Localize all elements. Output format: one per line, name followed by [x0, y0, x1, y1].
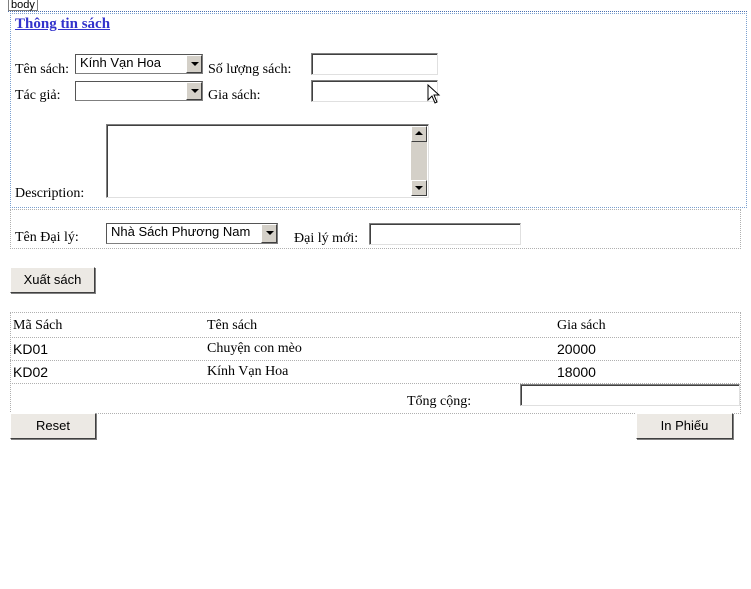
body-outline: [8, 11, 747, 12]
total-label: Tổng cộng:: [407, 394, 472, 409]
quantity-label: Số lượng sách:: [208, 62, 292, 77]
scroll-down-icon[interactable]: [411, 180, 427, 196]
table-header-code: Mã Sách: [13, 318, 63, 333]
table-header-price: Gia sách: [557, 318, 606, 333]
book-name-selected-value: Kính Vạn Hoa: [80, 55, 161, 70]
table-cell-price: 18000: [557, 364, 596, 380]
chevron-down-icon[interactable]: [261, 224, 277, 243]
description-textarea[interactable]: [106, 124, 429, 198]
book-name-label: Tên sách:: [15, 62, 70, 77]
reset-button[interactable]: Reset: [10, 413, 96, 439]
table-row-line: [10, 360, 741, 361]
table-cell-code: KD02: [13, 364, 49, 380]
table-cell-code: KD01: [13, 341, 49, 357]
table-cell-name: Kính Vạn Hoa: [207, 364, 289, 379]
export-button[interactable]: Xuất sách: [10, 267, 95, 293]
chevron-down-icon[interactable]: [186, 82, 202, 100]
scroll-up-icon[interactable]: [411, 126, 427, 142]
agent-selected-value: Nhà Sách Phương Nam: [111, 224, 251, 239]
book-name-select[interactable]: Kính Vạn Hoa: [75, 54, 203, 74]
table-header-name: Tên sách: [207, 318, 258, 333]
description-scrollbar[interactable]: [411, 126, 427, 196]
price-input[interactable]: [311, 80, 438, 102]
description-label: Description:: [15, 186, 85, 201]
author-label: Tác giả:: [15, 88, 61, 103]
table-cell-name: Chuyện con mèo: [207, 341, 302, 356]
agent-name-label: Tên Đại lý:: [15, 230, 79, 245]
book-info-title-link[interactable]: Thông tin sách: [15, 16, 110, 33]
new-agent-input[interactable]: [369, 223, 521, 245]
agent-select[interactable]: Nhà Sách Phương Nam: [106, 223, 278, 244]
new-agent-label: Đại lý mới:: [294, 231, 359, 246]
table-cell-price: 20000: [557, 341, 596, 357]
author-select[interactable]: [75, 81, 203, 101]
body-tag-label: body: [8, 0, 38, 11]
mouse-cursor-icon: [427, 84, 441, 104]
table-header-row-line: [10, 337, 741, 338]
price-label: Gia sách:: [208, 88, 261, 103]
chevron-down-icon[interactable]: [186, 55, 202, 73]
total-input[interactable]: [520, 384, 740, 406]
print-button[interactable]: In Phiếu: [636, 413, 733, 439]
quantity-input[interactable]: [311, 53, 438, 75]
